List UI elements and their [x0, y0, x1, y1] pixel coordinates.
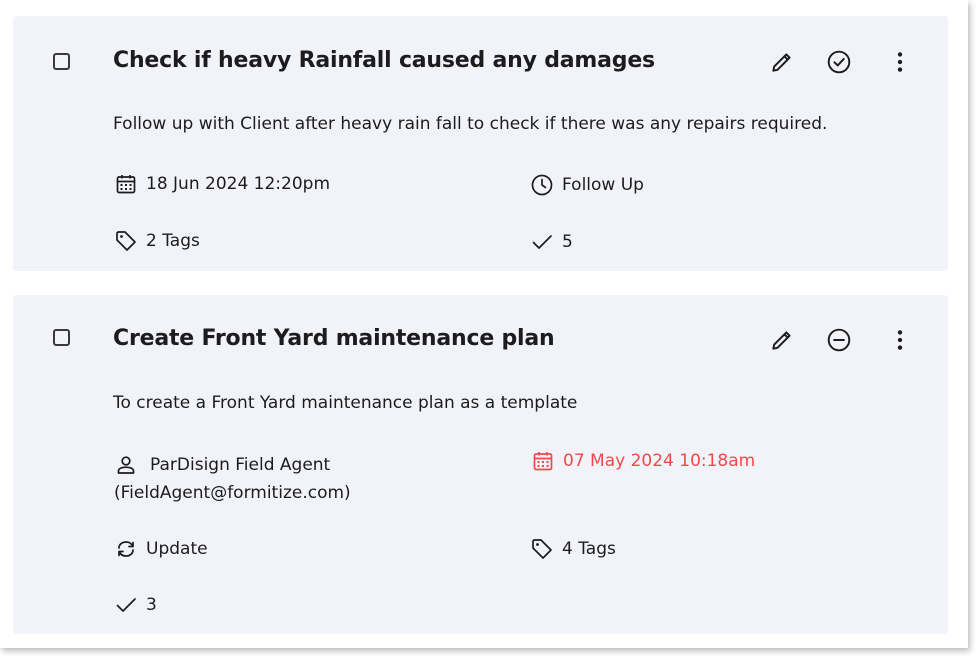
checkmark-icon: [532, 235, 552, 249]
task-card[interactable]: Create Front Yard maintenance plan To cr…: [13, 295, 948, 634]
task-type: Update: [114, 535, 208, 563]
tags[interactable]: 4 Tags: [530, 535, 616, 563]
task-description: To create a Front Yard maintenance plan …: [113, 393, 578, 413]
minus-circle-icon: [827, 328, 851, 352]
calendar-icon: [116, 175, 136, 194]
task-card[interactable]: Check if heavy Rainfall caused any damag…: [13, 16, 948, 271]
assignee-email: (FieldAgent@formitize.com): [114, 483, 351, 503]
tag-icon: [532, 539, 552, 559]
task-description: Follow up with Client after heavy rain f…: [113, 114, 828, 134]
checklist-count-text: 5: [562, 232, 573, 252]
user-icon: [117, 456, 135, 474]
task-checkbox[interactable]: [53, 53, 70, 70]
task-list-panel: Check if heavy Rainfall caused any damag…: [0, 0, 968, 648]
more-vertical-icon: [897, 52, 903, 72]
assignee: ParDisign Field Agent (FieldAgent@formit…: [114, 451, 351, 507]
more-options-button[interactable]: [885, 47, 915, 77]
complete-task-button[interactable]: [824, 47, 854, 77]
more-vertical-icon: [897, 330, 903, 350]
tags-text: 4 Tags: [562, 539, 616, 559]
due-date-text: 18 Jun 2024 12:20pm: [146, 174, 331, 194]
edit-button[interactable]: [767, 47, 797, 77]
task-checkbox[interactable]: [53, 329, 70, 346]
due-date-text: 07 May 2024 10:18am: [563, 451, 756, 471]
task-type: Follow Up: [530, 171, 644, 199]
edit-button[interactable]: [767, 325, 797, 355]
tags[interactable]: 2 Tags: [114, 227, 200, 255]
checklist-count: 3: [114, 591, 157, 619]
checklist-count-text: 3: [146, 595, 157, 615]
pencil-icon: [772, 331, 791, 350]
tags-text: 2 Tags: [146, 231, 200, 251]
due-date: 18 Jun 2024 12:20pm: [114, 170, 330, 198]
pencil-icon: [772, 53, 791, 72]
task-type-text: Follow Up: [562, 175, 644, 195]
task-type-text: Update: [146, 539, 208, 559]
refresh-icon: [118, 541, 134, 557]
due-date-overdue: 07 May 2024 10:18am: [531, 447, 755, 475]
clock-icon: [531, 174, 553, 196]
checkmark-icon: [116, 598, 136, 612]
more-options-button[interactable]: [885, 325, 915, 355]
uncomplete-task-button[interactable]: [824, 325, 854, 355]
calendar-icon: [533, 452, 553, 471]
assignee-name: ParDisign Field Agent: [150, 455, 331, 475]
checklist-count: 5: [530, 228, 573, 256]
tag-icon: [116, 231, 136, 251]
task-title: Create Front Yard maintenance plan: [113, 326, 555, 351]
task-title: Check if heavy Rainfall caused any damag…: [113, 48, 655, 73]
check-circle-icon: [827, 50, 851, 74]
